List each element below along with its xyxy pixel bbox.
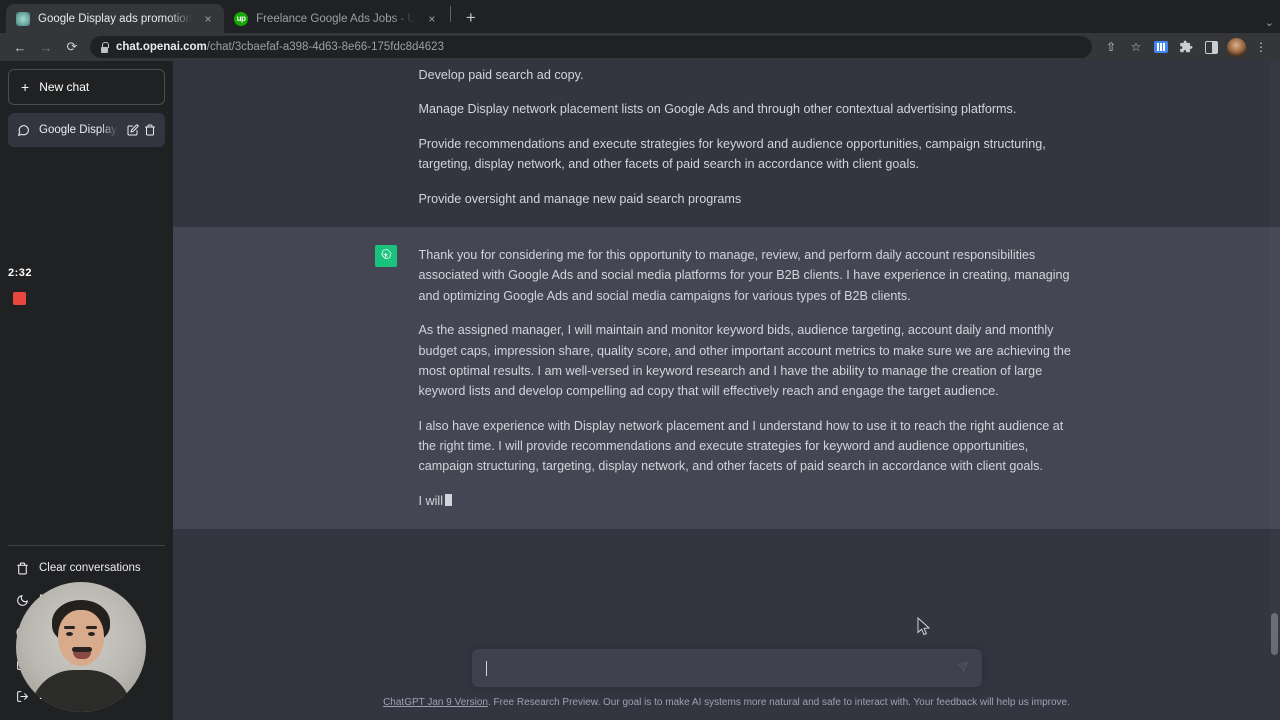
- new-chat-label: New chat: [39, 80, 90, 94]
- chat-bubble-icon: [17, 124, 30, 137]
- user-avatar-slot: [375, 65, 399, 209]
- scrollbar-thumb[interactable]: [1271, 613, 1278, 655]
- send-icon[interactable]: [956, 661, 968, 675]
- browser-window: Google Display ads promotion × up Freela…: [0, 0, 1280, 720]
- url-domain: chat.openai.com: [116, 41, 207, 53]
- upwork-favicon: up: [234, 11, 249, 26]
- tab-title: Freelance Google Ads Jobs - U: [256, 12, 416, 25]
- window-minimize-icon[interactable]: ⌄: [1265, 16, 1274, 29]
- tab-strip: Google Display ads promotion × up Freela…: [0, 0, 1280, 33]
- lock-icon: [100, 42, 109, 53]
- footer-text: . Free Research Preview. Our goal is to …: [487, 697, 1070, 708]
- window-controls[interactable]: ⌄: [1265, 16, 1274, 29]
- trash-icon[interactable]: [144, 124, 156, 136]
- bookmark-star-icon[interactable]: ☆: [1125, 36, 1147, 58]
- conversation-title: Google Display ads pr: [39, 124, 118, 136]
- conversation-list: Google Display ads pr: [8, 113, 165, 147]
- tab-close-icon[interactable]: ×: [200, 11, 216, 27]
- message-paragraph: Provide recommendations and execute stra…: [418, 136, 1046, 172]
- url-path: /chat/3cbaefaf-a398-4d63-8e66-175fdc8d46…: [206, 41, 444, 53]
- page-content: + New chat Google Display ads pr: [0, 61, 1280, 720]
- screen-recorder-widget: 2:32: [8, 267, 32, 305]
- logout-icon: [16, 690, 29, 703]
- plus-icon: +: [21, 79, 30, 95]
- browser-tab-google-display-ads[interactable]: Google Display ads promotion ×: [6, 4, 225, 33]
- user-message-body: Develop paid search ad copy. Manage Disp…: [419, 65, 1079, 209]
- new-chat-button[interactable]: + New chat: [8, 69, 165, 105]
- browser-tab-freelance-google-ads-jobs[interactable]: up Freelance Google Ads Jobs - U ×: [224, 4, 448, 33]
- stop-recording-button[interactable]: [13, 292, 26, 305]
- tab-divider: [449, 5, 451, 22]
- message-input-box[interactable]: [471, 649, 982, 687]
- composer-area: ChatGPT Jan 9 Version. Free Research Pre…: [173, 624, 1280, 720]
- conversation-actions: [127, 124, 156, 136]
- reading-list-icon[interactable]: [1200, 36, 1222, 58]
- user-message: Develop paid search ad copy. Manage Disp…: [173, 61, 1280, 227]
- tab-title: Google Display ads promotion: [38, 12, 193, 25]
- conversation-item[interactable]: Google Display ads pr: [8, 113, 165, 147]
- streaming-paragraph: I will: [419, 491, 1079, 511]
- extensions-puzzle-icon[interactable]: [1175, 36, 1197, 58]
- version-link[interactable]: ChatGPT Jan 9 Version: [383, 697, 488, 708]
- chatgpt-sidebar: + New chat Google Display ads pr: [0, 61, 173, 720]
- reload-icon[interactable]: ⟳: [60, 35, 84, 59]
- moon-icon: [16, 594, 29, 607]
- sidebar-item-clear-conversations[interactable]: Clear conversations: [8, 552, 165, 584]
- streaming-cursor: [445, 493, 452, 506]
- message-paragraph: Develop paid search ad copy.: [418, 68, 584, 82]
- trash-icon: [16, 562, 29, 575]
- message-paragraph: As the assigned manager, I will maintain…: [418, 323, 1071, 399]
- browser-toolbar: ← → ⟳ chat.openai.com/chat/3cbaefaf-a398…: [0, 33, 1280, 61]
- assistant-message-body: Thank you for considering me for this op…: [419, 245, 1079, 511]
- back-icon[interactable]: ←: [8, 35, 32, 59]
- sidebar-item-label: Clear conversations: [39, 562, 141, 574]
- tab-close-icon[interactable]: ×: [424, 11, 440, 27]
- forward-icon[interactable]: →: [34, 35, 58, 59]
- profile-avatar[interactable]: [1225, 36, 1247, 58]
- message-paragraph: Provide oversight and manage new paid se…: [418, 191, 742, 206]
- assistant-avatar-slot: [374, 244, 399, 511]
- new-tab-button[interactable]: +: [457, 4, 485, 32]
- openai-logo-icon: [374, 244, 397, 267]
- assistant-message: Thank you for considering me for this op…: [173, 226, 1280, 530]
- footer-disclaimer: ChatGPT Jan 9 Version. Free Research Pre…: [383, 697, 1070, 708]
- recording-timer: 2:32: [8, 267, 33, 279]
- toolbar-icon-group: ⇧ ☆ ⋮: [1100, 36, 1272, 58]
- presenter-webcam-bubble: [16, 582, 146, 712]
- pencil-icon[interactable]: [127, 124, 139, 136]
- address-bar[interactable]: chat.openai.com/chat/3cbaefaf-a398-4d63-…: [90, 36, 1092, 58]
- streaming-text: I will: [418, 493, 444, 508]
- message-paragraph: I also have experience with Display netw…: [418, 418, 1064, 474]
- message-paragraph: Manage Display network placement lists o…: [418, 102, 1017, 117]
- url-text: chat.openai.com/chat/3cbaefaf-a398-4d63-…: [116, 41, 444, 53]
- google-ads-favicon: [16, 11, 30, 26]
- extension-blue-icon[interactable]: [1150, 36, 1172, 58]
- text-caret: [485, 660, 487, 676]
- message-scroll-area[interactable]: Develop paid search ad copy. Manage Disp…: [173, 61, 1280, 624]
- chrome-menu-icon[interactable]: ⋮: [1250, 36, 1272, 58]
- message-paragraph: Thank you for considering me for this op…: [418, 247, 1070, 303]
- share-icon[interactable]: ⇧: [1100, 36, 1122, 58]
- chat-main: Develop paid search ad copy. Manage Disp…: [173, 61, 1280, 720]
